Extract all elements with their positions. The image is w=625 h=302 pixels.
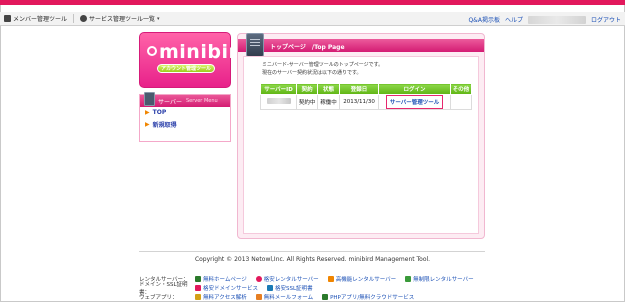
cloud-service-icon	[322, 293, 329, 300]
service-tool-label: サービス管理ツール一覧	[89, 16, 156, 23]
sidebar-item-label: TOP	[152, 109, 167, 116]
server-side-menu: サーバー Server Menu ▶ TOP ▶ 新規取得	[139, 92, 231, 142]
domain-service-icon	[195, 284, 201, 291]
footer-divider	[139, 251, 485, 252]
column-header: 契約	[295, 83, 319, 95]
column-header: その他	[449, 83, 473, 95]
footer-link-row: ウェブアプリ： 無料アクセス解析 無料メールフォーム PHPアプリ/無料クラウド…	[139, 292, 485, 301]
high-performance-server-icon	[327, 275, 334, 282]
minibird-logo[interactable]: minibird アカウント管理ツール	[139, 32, 252, 88]
column-header: サーバーID	[260, 83, 297, 95]
footer-link[interactable]: 格安レンタルサーバー	[255, 275, 319, 283]
footer-link[interactable]: PHPアプリ/無料クラウドサービス	[322, 293, 414, 301]
column-header: 登録日	[338, 83, 380, 95]
description-line: ミニバード-サーバー管理ツールのトップページです。	[262, 62, 384, 68]
service-tool-icon	[80, 15, 88, 22]
contract-cell: 契約中	[295, 94, 319, 110]
date-cell: 2013/11/30	[338, 94, 380, 110]
footer-links: レンタルサーバー： 無料ホームページ 格安レンタルサーバー 高機能レンタルサーバ…	[139, 274, 485, 301]
side-menu-title: サーバー	[158, 98, 182, 106]
side-menu-subtitle: Server Menu	[185, 98, 218, 104]
unlimited-server-icon	[405, 275, 412, 282]
arrow-right-icon: ▶	[145, 121, 150, 128]
footer-link-row: ドメイン・SSL証明書： 格安ドメインサービス 格安SSL証明書	[139, 282, 485, 296]
other-cell	[449, 94, 473, 110]
member-tool-label: メンバー管理ツール	[13, 16, 68, 23]
main-panel: トップページ /Top Page ミニバード-サーバー管理ツールのトップページで…	[237, 33, 485, 239]
chevron-down-icon: ▾	[157, 15, 160, 22]
footer-link[interactable]: 無料メールフォーム	[255, 293, 314, 301]
footer-link-label: 無料ホームページ	[203, 276, 247, 283]
server-tool-login-link[interactable]: サーバー管理ツール	[385, 95, 444, 109]
server-table: サーバーID 契約 状態 登録日 ログイン その他 契約中 稼働中 2013/1…	[260, 83, 473, 110]
account-tool-badge[interactable]: アカウント管理ツール	[157, 64, 215, 73]
sidebar-item-new[interactable]: ▶ 新規取得	[140, 118, 230, 131]
column-header: ログイン	[378, 83, 451, 95]
login-cell: サーバー管理ツール	[378, 94, 451, 110]
cheap-server-icon	[255, 275, 262, 282]
help-link[interactable]: ヘルプ	[505, 15, 523, 24]
column-header: 状態	[317, 83, 340, 95]
footer-link-label: 格安ドメインサービス	[203, 285, 259, 292]
navbar-left: メンバー管理ツール サービス管理ツール一覧 ▾	[4, 14, 160, 23]
side-menu-header: サーバー Server Menu	[140, 92, 230, 107]
footer-link-label: 無料メールフォーム	[263, 294, 314, 301]
sidebar-item-label: 新規取得	[152, 122, 177, 129]
logo-mark-icon	[147, 46, 157, 56]
page-description: ミニバード-サーバー管理ツールのトップページです。 現在のサーバー契約状況は以下…	[262, 61, 383, 77]
ssl-certificate-icon	[267, 284, 274, 291]
member-tool-icon	[4, 15, 11, 22]
footer-row-label: ウェブアプリ：	[139, 294, 178, 301]
nav-divider	[73, 14, 75, 23]
footer-link-label: 無制限レンタルサーバー	[413, 276, 474, 283]
service-tool-menu[interactable]: サービス管理ツール一覧 ▾	[80, 14, 160, 23]
table-header-row: サーバーID 契約 状態 登録日 ログイン その他	[260, 83, 473, 95]
footer-link[interactable]: 無制限レンタルサーバー	[405, 275, 474, 283]
redacted-server-id	[266, 98, 291, 104]
server-icon	[246, 33, 264, 57]
footer-link-label: 格安レンタルサーバー	[263, 276, 319, 283]
description-line: 現在のサーバー契約状況は以下の通りです。	[262, 70, 362, 76]
redacted-username	[527, 15, 586, 24]
table-row: 契約中 稼働中 2013/11/30 サーバー管理ツール	[260, 94, 473, 110]
footer-link[interactable]: 高機能レンタルサーバー	[327, 275, 397, 283]
copyright-text: Copyright © 2013 Netowl,Inc. All Rights …	[194, 256, 431, 263]
footer-link[interactable]: 格安SSL証明書	[267, 284, 313, 292]
server-icon	[144, 92, 155, 106]
footer-link-label: 高機能レンタルサーバー	[335, 276, 397, 283]
main-content: ミニバード-サーバー管理ツールのトップページです。 現在のサーバー契約状況は以下…	[243, 56, 479, 234]
server-id-cell	[260, 94, 297, 110]
page-title: トップページ /Top Page	[270, 44, 345, 51]
arrow-right-icon: ▶	[145, 109, 150, 116]
free-homepage-icon	[195, 275, 201, 282]
top-accent-stripe	[0, 0, 625, 5]
footer-link[interactable]: 無料ホームページ	[195, 275, 247, 283]
footer-link-label: 格安SSL証明書	[275, 285, 313, 292]
footer-link[interactable]: 格安ドメインサービス	[195, 284, 258, 292]
status-cell: 稼働中	[317, 94, 340, 110]
logout-link[interactable]: ログアウト	[591, 15, 621, 24]
mail-form-icon	[255, 293, 262, 300]
footer-link[interactable]: 無料アクセス解析	[195, 293, 247, 301]
footer-link-label: PHPアプリ/無料クラウドサービス	[330, 294, 415, 301]
top-navbar: メンバー管理ツール サービス管理ツール一覧 ▾ Q&A掲示板 ヘルプ ログアウト	[0, 12, 625, 26]
footer-link-label: 無料アクセス解析	[203, 294, 247, 301]
member-tool-menu[interactable]: メンバー管理ツール	[4, 14, 67, 23]
navbar-right: Q&A掲示板 ヘルプ ログアウト	[468, 15, 621, 24]
access-analytics-icon	[195, 293, 201, 300]
main-panel-header: トップページ /Top Page	[238, 33, 484, 57]
qa-board-link[interactable]: Q&A掲示板	[468, 15, 500, 24]
sidebar-item-top[interactable]: ▶ TOP	[140, 107, 230, 118]
